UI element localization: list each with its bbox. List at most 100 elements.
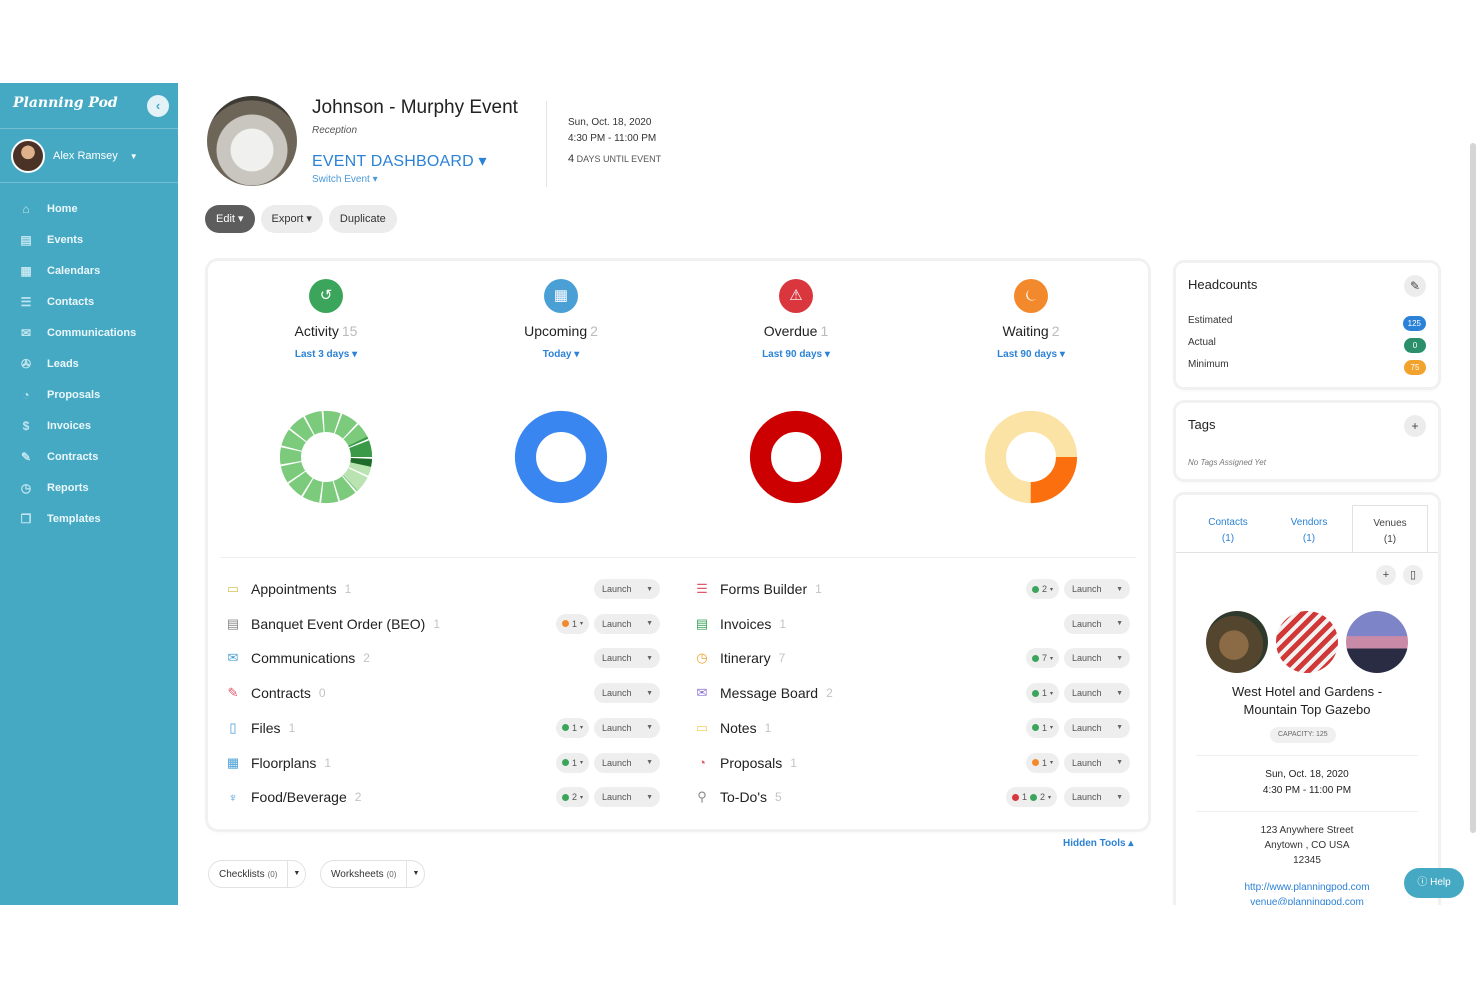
launch-button[interactable]: Launch ▼: [1064, 613, 1130, 634]
chevron-down-icon[interactable]: ▼: [646, 690, 653, 697]
sidebar-item-contacts[interactable]: ☰ Contacts: [0, 286, 178, 317]
sidebar-item-leads[interactable]: ✇ Leads: [0, 348, 178, 379]
launch-button[interactable]: Launch ▼: [594, 787, 660, 808]
sidebar-item-home[interactable]: ⌂ Home: [0, 193, 178, 224]
tool-floorplans[interactable]: ▦ Floorplans 1: [225, 751, 331, 775]
help-button[interactable]: ⓘ Help: [1404, 868, 1464, 898]
chevron-down-icon[interactable]: ▼: [646, 620, 653, 627]
chevron-down-icon[interactable]: ▼: [646, 655, 653, 662]
tool-files[interactable]: ▯ Files 1: [225, 716, 295, 740]
sidebar-item-reports[interactable]: ◷ Reports: [0, 472, 178, 503]
sidebar-item-contracts[interactable]: ✎ Contracts: [0, 441, 178, 472]
tool-forms-builder[interactable]: ☰ Forms Builder 1: [694, 577, 822, 601]
chevron-down-icon[interactable]: ▼: [646, 724, 653, 731]
collapse-sidebar-button[interactable]: ‹: [147, 95, 169, 117]
worksheets-button[interactable]: Worksheets (0) ▼: [320, 860, 426, 888]
status-badge[interactable]: 1 ▾: [1026, 683, 1060, 704]
launch-button[interactable]: Launch ▼: [594, 752, 660, 773]
status-badge[interactable]: 1 2 ▾: [1006, 787, 1058, 808]
status-badge[interactable]: 1 ▾: [1026, 717, 1060, 738]
tool-proposals[interactable]: ◔ Proposals 1: [694, 751, 797, 775]
status-badge[interactable]: 2 ▾: [556, 787, 590, 808]
checklists-button[interactable]: Checklists (0) ▼: [208, 860, 307, 888]
chevron-down-icon[interactable]: ▼: [1116, 759, 1123, 766]
tool-notes[interactable]: ▭ Notes 1: [694, 716, 771, 740]
chevron-down-icon[interactable]: ▼: [1116, 655, 1123, 662]
tab-vendors[interactable]: Vendors (1): [1271, 505, 1347, 553]
activity-range-dropdown[interactable]: Last 3 days ▾: [226, 349, 426, 360]
launch-button[interactable]: Launch ▼: [594, 579, 660, 599]
tool-food-beverage[interactable]: ♆ Food/Beverage 2: [225, 785, 361, 809]
status-badge[interactable]: 1 ▾: [556, 752, 590, 773]
tool-banquet-event-order-beo[interactable]: ▤ Banquet Event Order (BEO) 1: [225, 612, 440, 636]
export-button[interactable]: Export ▾: [260, 205, 323, 233]
launch-button[interactable]: Launch ▼: [1064, 787, 1130, 808]
chevron-down-icon[interactable]: ▼: [1116, 794, 1123, 801]
launch-button[interactable]: Launch ▼: [1064, 579, 1130, 599]
badge-count: 2: [1042, 584, 1048, 594]
user-menu[interactable]: Alex Ramsey ▼: [11, 139, 138, 173]
venue-name[interactable]: West Hotel and Gardens - Mountain Top Gaz…: [1176, 683, 1438, 719]
event-dashboard-dropdown[interactable]: EVENT DASHBOARD ▾: [312, 151, 487, 171]
tool-invoices[interactable]: ▤ Invoices 1: [694, 612, 786, 636]
status-badge[interactable]: 1 ▾: [1026, 752, 1060, 773]
sidebar-item-invoices[interactable]: $ Invoices: [0, 410, 178, 441]
chevron-down-icon[interactable]: ▼: [1116, 724, 1123, 731]
add-icon[interactable]: +: [1376, 565, 1396, 585]
overdue-range-dropdown[interactable]: Last 90 days ▾: [696, 349, 896, 360]
status-dot: [1032, 759, 1039, 766]
status-badge[interactable]: 2 ▾: [1026, 579, 1060, 599]
launch-button[interactable]: Launch ▼: [1064, 717, 1130, 738]
sidebar-item-label: Calendars: [47, 264, 101, 277]
tool-contracts[interactable]: ✎ Contracts 0: [225, 681, 326, 705]
sidebar-item-label: Invoices: [47, 419, 92, 432]
launch-button[interactable]: Launch ▼: [594, 613, 660, 634]
chevron-down-icon[interactable]: ▼: [1116, 620, 1123, 627]
chevron-down-icon[interactable]: ▼: [646, 794, 653, 801]
tool-message-board[interactable]: ✉ Message Board 2: [694, 681, 833, 705]
launch-button[interactable]: Launch ▼: [594, 717, 660, 738]
launch-button[interactable]: Launch ▼: [1064, 683, 1130, 704]
chevron-down-icon[interactable]: ▼: [646, 586, 653, 593]
document-icon[interactable]: ▯: [1403, 565, 1423, 585]
sidebar-item-proposals[interactable]: ◔ Proposals: [0, 379, 178, 410]
tab-contacts[interactable]: Contacts (1): [1190, 505, 1266, 553]
status-dot: [1032, 585, 1039, 593]
app-window: Planning Pod ‹ Alex Ramsey ▼ ⌂ Home ▤ Event…: [0, 83, 1480, 905]
sidebar-item-communications[interactable]: ✉ Communications: [0, 317, 178, 348]
chevron-down-icon[interactable]: ▼: [646, 759, 653, 766]
launch-button[interactable]: Launch ▼: [594, 648, 660, 669]
sidebar-item-templates[interactable]: ❐ Templates: [0, 503, 178, 534]
upcoming-range-dropdown[interactable]: Today ▾: [461, 349, 661, 360]
venue-website-link[interactable]: http://www.planningpod.com: [1176, 882, 1438, 893]
add-tag-icon[interactable]: +: [1404, 415, 1426, 437]
chevron-down-icon[interactable]: ▼: [1116, 586, 1123, 593]
waiting-range-dropdown[interactable]: Last 90 days ▾: [931, 349, 1131, 360]
chevron-down-icon[interactable]: ▼: [287, 860, 305, 888]
launch-button[interactable]: Launch ▼: [1064, 648, 1130, 669]
status-badge[interactable]: 1 ▾: [556, 613, 590, 634]
tool-appointments[interactable]: ▭ Appointments 1: [225, 577, 351, 601]
chevron-down-icon[interactable]: ▼: [406, 860, 424, 888]
tab-venues[interactable]: Venues (1): [1352, 505, 1428, 553]
launch-button[interactable]: Launch ▼: [594, 683, 660, 704]
sidebar-item-calendars[interactable]: ▦ Calendars: [0, 255, 178, 286]
switch-event-link[interactable]: Switch Event ▾: [312, 174, 378, 185]
status-badge[interactable]: 7 ▾: [1026, 648, 1060, 669]
tool-itinerary[interactable]: ◷ Itinerary 7: [694, 646, 785, 670]
page-scrollbar[interactable]: [1470, 143, 1476, 833]
duplicate-button[interactable]: Duplicate: [328, 205, 397, 233]
edit-pencil-icon[interactable]: ✎: [1404, 275, 1426, 297]
avatar: [11, 139, 45, 173]
status-badge[interactable]: 1 ▾: [556, 717, 590, 738]
tool-communications[interactable]: ✉ Communications 2: [225, 646, 370, 670]
edit-button[interactable]: Edit ▾: [205, 205, 255, 233]
launch-button[interactable]: Launch ▼: [1064, 752, 1130, 773]
tool-count: 1: [815, 582, 822, 596]
sidebar-item-events[interactable]: ▤ Events: [0, 224, 178, 255]
tool-to-do-s[interactable]: ⚲ To-Do's 5: [694, 785, 781, 809]
venue-email-link[interactable]: venue@planningpod.com: [1176, 897, 1438, 905]
brand-logo[interactable]: Planning Pod: [13, 95, 118, 111]
chevron-down-icon[interactable]: ▼: [1116, 690, 1123, 697]
hidden-tools-toggle[interactable]: Hidden Tools ▴: [1063, 838, 1133, 849]
